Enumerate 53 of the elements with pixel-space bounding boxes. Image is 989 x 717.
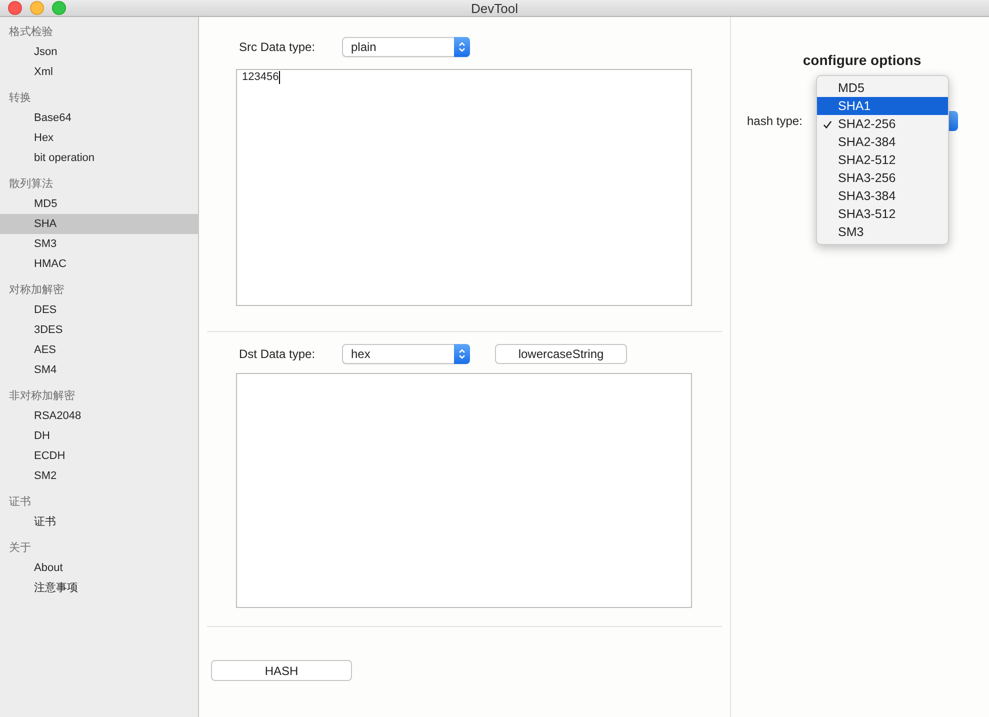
sidebar-item[interactable]: Xml [0,62,198,82]
section-header: 散列算法 [8,177,54,192]
sidebar-item[interactable]: 注意事项 [0,578,198,598]
menu-item[interactable]: SHA2-512 [817,151,948,169]
menu-item[interactable]: SM3 [817,223,948,241]
sidebar-item[interactable]: HMAC [0,254,198,274]
lowercase-button[interactable]: lowercaseString [495,344,627,364]
sidebar-item[interactable]: RSA2048 [0,406,198,426]
sidebar-item[interactable]: About [0,558,198,578]
zoom-icon[interactable] [52,1,66,15]
stepper-arrows-icon [454,37,470,57]
menu-item[interactable]: MD5 [817,79,948,97]
sidebar-item[interactable]: SM4 [0,360,198,380]
sidebar-item[interactable]: AES [0,340,198,360]
section-header: 非对称加解密 [8,388,76,404]
close-icon[interactable] [8,1,22,15]
checkmark-icon [823,120,832,128]
field-label: Dst Data type: [239,347,316,361]
minimize-icon[interactable] [30,1,44,15]
sidebar-item[interactable]: 证书 [0,512,198,532]
section-header: 转换 [8,91,32,106]
menu-item[interactable]: SHA3-512 [817,205,948,223]
sidebar-item[interactable]: ECDH [0,446,198,466]
data-type-dropdown[interactable]: plain [342,37,470,57]
sidebar-item[interactable]: MD5 [0,194,198,214]
stepper-arrows-icon [454,344,470,364]
sidebar-item[interactable]: SHA [0,214,198,234]
sidebar-item[interactable]: DES [0,300,198,320]
sidebar-item[interactable]: Json [0,42,198,62]
output-field[interactable] [236,373,692,608]
field-label: Src Data type: [239,40,316,54]
sidebar-item[interactable]: Base64 [0,108,198,128]
sidebar-item[interactable]: Hex [0,128,198,148]
menu-item[interactable]: SHA3-256 [817,169,948,187]
sidebar-item[interactable]: SM2 [0,466,198,486]
section-header: 证书 [8,495,32,510]
sidebar-item[interactable]: SM3 [0,234,198,254]
menu-item[interactable]: SHA2-256 [817,115,948,133]
window-title: DevTool [471,0,518,16]
hash-button[interactable]: HASH [211,660,352,681]
sidebar-item[interactable]: 3DES [0,320,198,340]
menu-item[interactable]: SHA3-384 [817,187,948,205]
menu-item[interactable]: SHA2-384 [817,133,948,151]
section-header: 格式检验 [8,25,54,40]
menu-item[interactable]: SHA1 [817,97,948,115]
section-header: 关于 [8,540,32,556]
data-type-dropdown[interactable]: hex [342,344,470,364]
field-label: hash type: [747,114,804,128]
input-field[interactable]: 123456 [236,69,692,306]
panel-title: configure options [802,52,922,68]
section-header: 对称加解密 [8,282,65,298]
sidebar-item[interactable]: bit operation [0,148,198,168]
sidebar-item[interactable]: DH [0,426,198,446]
